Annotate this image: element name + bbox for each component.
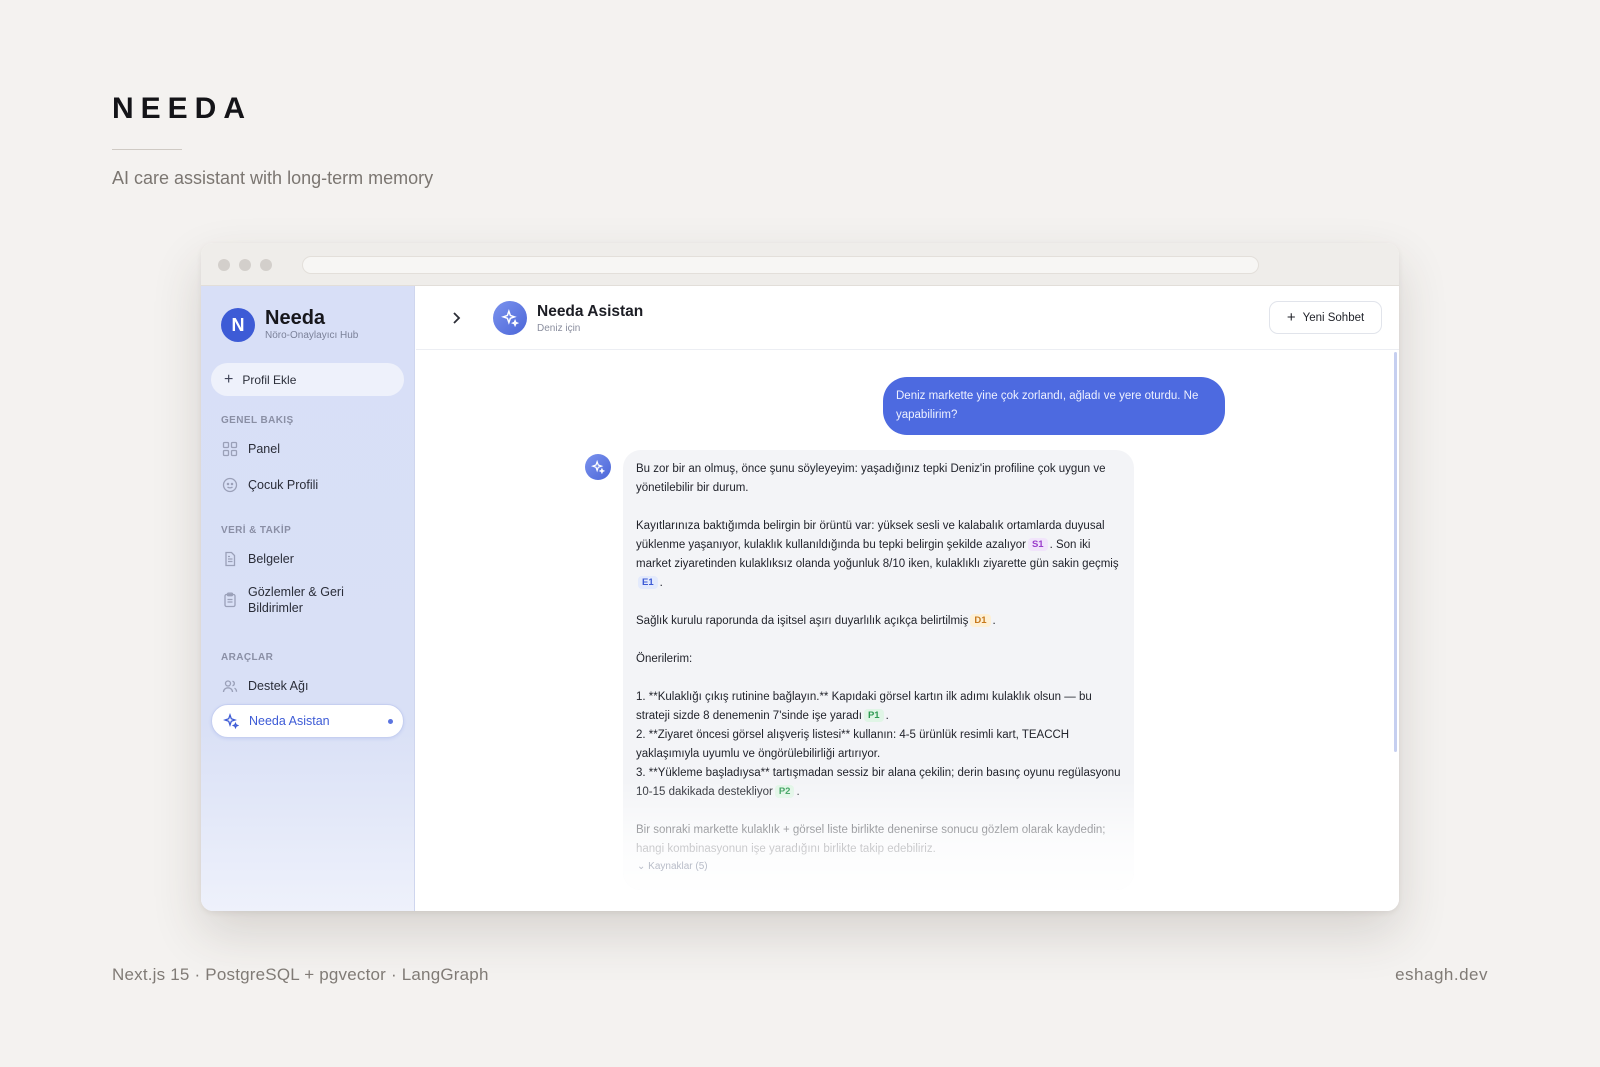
child-face-icon (222, 477, 238, 493)
sidebar-item-panel[interactable]: Panel (211, 438, 404, 460)
app-logo[interactable]: N Needa Nöro-Onaylayıcı Hub (221, 308, 358, 342)
reply-paragraph: Bu zor bir an olmuş, önce şunu söyleyeyi… (636, 463, 1106, 494)
sidebar-item-label: Gözlemler & Geri Bildirimler (248, 585, 344, 615)
sources-label: Kaynaklar (5) (648, 861, 708, 872)
list-item: 2. **Ziyaret öncesi görsel alışveriş lis… (636, 729, 1070, 760)
users-icon (222, 680, 238, 693)
window-close-dot[interactable] (218, 259, 230, 271)
sidebar: N Needa Nöro-Onaylayıcı Hub + Profil Ekl… (201, 286, 415, 911)
brand-title: NEEDA (112, 92, 253, 125)
reply-paragraph: Sağlık kurulu raporunda da işitsel aşırı… (636, 612, 1121, 631)
citation-chip-d1[interactable]: D1 (970, 614, 991, 627)
reply-text: . (796, 786, 800, 798)
new-chat-button[interactable]: + Yeni Sohbet (1269, 301, 1382, 334)
assistant-avatar (493, 301, 527, 335)
section-label-overview: GENEL BAKIŞ (221, 415, 294, 426)
section-label-tools: ARAÇLAR (221, 652, 274, 663)
scrollbar[interactable] (1394, 352, 1397, 752)
chat-panel: Needa Asistan Deniz için + Yeni Sohbet D… (416, 286, 1399, 911)
sidebar-item-label: Belgeler (248, 552, 294, 566)
reply-paragraph: Bir sonraki markette kulaklık + görsel l… (636, 824, 1106, 855)
user-message: Deniz markette yine çok zorlandı, ağladı… (883, 377, 1225, 435)
grid-icon (222, 441, 238, 457)
sidebar-item-observations[interactable]: Gözlemler & Geri Bildirimler (211, 581, 404, 619)
window-minimize-dot[interactable] (239, 259, 251, 271)
list-item: 1. **Kulaklığı çıkış rutinine bağlayın.*… (636, 688, 1121, 726)
sidebar-item-documents[interactable]: Belgeler (211, 548, 404, 570)
plus-icon: + (1286, 309, 1296, 326)
reply-text: Sağlık kurulu raporunda da işitsel aşırı… (636, 615, 969, 627)
window-maximize-dot[interactable] (260, 259, 272, 271)
browser-window: N Needa Nöro-Onaylayıcı Hub + Profil Ekl… (201, 243, 1399, 911)
citation-chip-p1[interactable]: P1 (863, 709, 884, 722)
brand-subtitle: AI care assistant with long-term memory (112, 168, 434, 188)
sparkle-icon (501, 309, 519, 327)
add-profile-button[interactable]: + Profil Ekle (211, 363, 404, 396)
sources-toggle[interactable]: ⌄ Kaynaklar (5) (637, 857, 708, 876)
site-credit: eshagh.dev (1395, 965, 1488, 984)
plus-icon: + (224, 370, 234, 388)
citation-chip-e1[interactable]: E1 (638, 576, 658, 589)
app-name: Needa (265, 307, 326, 329)
reply-text: . (885, 710, 889, 722)
recommendation-list: 1. **Kulaklığı çıkış rutinine bağlayın.*… (636, 688, 1121, 802)
tech-stack: Next.js 15 · PostgreSQL + pgvector · Lan… (112, 965, 489, 984)
app-tagline: Nöro-Onaylayıcı Hub (265, 330, 359, 341)
browser-chrome (201, 243, 1399, 286)
sparkle-icon (591, 460, 605, 474)
active-indicator (388, 718, 393, 724)
sidebar-item-needa-assistant[interactable]: Needa Asistan (211, 704, 404, 738)
reply-text: . (659, 577, 663, 589)
citation-chip-p2[interactable]: P2 (774, 785, 795, 798)
chevron-right-icon[interactable] (446, 308, 466, 328)
sidebar-item-label: Destek Ağı (248, 679, 309, 693)
add-profile-label: Profil Ekle (242, 372, 297, 387)
sidebar-item-support-network[interactable]: Destek Ağı (211, 675, 404, 697)
section-label-data: VERİ & TAKİP (221, 525, 292, 536)
reply-paragraph: Kayıtlarınıza baktığımda belirgin bir ör… (636, 517, 1121, 593)
reply-paragraph: Önerilerim: (636, 653, 693, 665)
assistant-message-avatar (585, 454, 611, 480)
reply-text: 3. **Yükleme başladıysa** tartışmadan se… (636, 767, 1121, 798)
new-chat-label: Yeni Sohbet (1302, 311, 1365, 324)
list-item: 3. **Yükleme başladıysa** tartışmadan se… (636, 764, 1121, 802)
assistant-message: Bu zor bir an olmuş, önce şunu söyleyeyi… (623, 450, 1134, 890)
sidebar-item-label: Çocuk Profili (248, 478, 319, 492)
citation-chip-s1[interactable]: S1 (1027, 538, 1048, 551)
clipboard-icon (224, 592, 236, 608)
assistant-subtitle: Deniz için (537, 323, 581, 334)
brand-divider (112, 149, 182, 150)
reply-text: . (992, 615, 996, 627)
address-bar[interactable] (302, 256, 1259, 274)
assistant-name: Needa Asistan (537, 303, 644, 320)
sidebar-item-label: Panel (248, 442, 280, 456)
document-icon (225, 551, 236, 567)
logo-avatar: N (221, 308, 255, 342)
sidebar-item-child-profile[interactable]: Çocuk Profili (211, 474, 404, 496)
sparkle-icon (223, 713, 239, 729)
app-body: N Needa Nöro-Onaylayıcı Hub + Profil Ekl… (201, 286, 1399, 911)
sidebar-item-label: Needa Asistan (249, 714, 330, 728)
chat-header: Needa Asistan Deniz için + Yeni Sohbet (416, 286, 1399, 350)
